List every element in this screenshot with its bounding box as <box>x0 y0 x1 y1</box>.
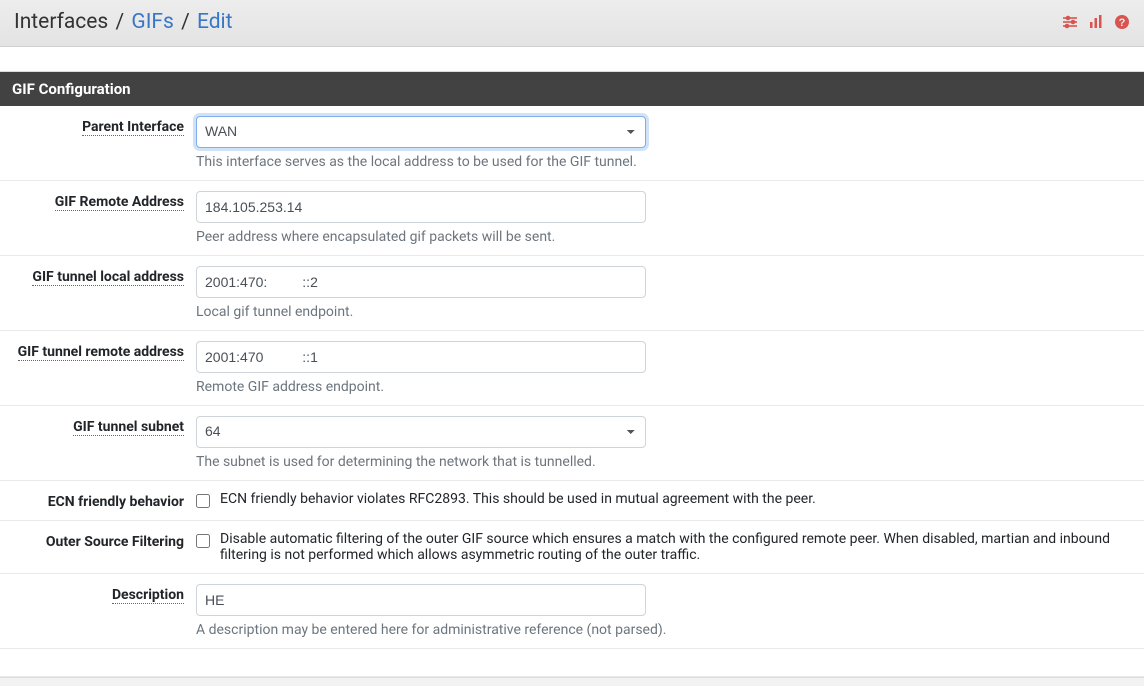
description-input[interactable] <box>196 584 646 616</box>
breadcrumb: Interfaces / GIFs / Edit <box>14 10 233 34</box>
row-outer-source-filtering: Outer Source Filtering Disable automatic… <box>0 521 1144 574</box>
label-gif-remote-address: GIF Remote Address <box>55 194 184 211</box>
sliders-icon[interactable] <box>1062 14 1078 30</box>
bottom-spacer <box>0 678 1144 686</box>
gif-tunnel-subnet-select[interactable]: 64 <box>196 416 646 448</box>
help-description: A description may be entered here for ad… <box>196 622 1132 638</box>
label-gif-tunnel-local: GIF tunnel local address <box>32 269 184 286</box>
label-outer-source-filtering: Outer Source Filtering <box>46 534 184 550</box>
label-ecn: ECN friendly behavior <box>48 494 184 510</box>
help-gif-tunnel-subnet: The subnet is used for determining the n… <box>196 454 1132 470</box>
panel-title: GIF Configuration <box>0 72 1144 106</box>
label-description: Description <box>112 587 184 604</box>
ecn-checkbox-label: ECN friendly behavior violates RFC2893. … <box>220 491 1132 507</box>
parent-interface-select[interactable]: WAN <box>196 116 646 148</box>
gif-config-panel: GIF Configuration Parent Interface WAN T… <box>0 71 1144 678</box>
row-gif-tunnel-local: GIF tunnel local address Local gif tunne… <box>0 256 1144 331</box>
breadcrumb-link-edit[interactable]: Edit <box>197 10 233 34</box>
svg-text:?: ? <box>1119 17 1126 29</box>
outer-source-checkbox[interactable] <box>196 534 210 548</box>
header-icons: ? <box>1062 14 1130 30</box>
row-description: Description A description may be entered… <box>0 574 1144 649</box>
help-gif-tunnel-local: Local gif tunnel endpoint. <box>196 304 1132 320</box>
ecn-checkbox[interactable] <box>196 494 210 508</box>
label-parent-interface: Parent Interface <box>82 119 184 136</box>
help-gif-tunnel-remote: Remote GIF address endpoint. <box>196 379 1132 395</box>
gif-tunnel-local-input[interactable] <box>196 266 646 298</box>
row-gif-tunnel-remote: GIF tunnel remote address Remote GIF add… <box>0 331 1144 406</box>
empty-spacer-row <box>0 649 1144 677</box>
help-icon[interactable]: ? <box>1114 14 1130 30</box>
breadcrumb-root: Interfaces <box>14 10 108 34</box>
row-parent-interface: Parent Interface WAN This interface serv… <box>0 106 1144 181</box>
row-gif-tunnel-subnet: GIF tunnel subnet 64 The subnet is used … <box>0 406 1144 481</box>
label-gif-tunnel-subnet: GIF tunnel subnet <box>73 419 184 436</box>
help-parent-interface: This interface serves as the local addre… <box>196 154 1132 170</box>
row-gif-remote-address: GIF Remote Address Peer address where en… <box>0 181 1144 256</box>
help-gif-remote-address: Peer address where encapsulated gif pack… <box>196 229 1132 245</box>
breadcrumb-bar: Interfaces / GIFs / Edit ? <box>0 0 1144 47</box>
gif-tunnel-remote-input[interactable] <box>196 341 646 373</box>
bar-chart-icon[interactable] <box>1088 14 1104 30</box>
outer-source-checkbox-label: Disable automatic filtering of the outer… <box>220 531 1132 563</box>
breadcrumb-link-gifs[interactable]: GIFs <box>131 10 173 34</box>
row-ecn: ECN friendly behavior ECN friendly behav… <box>0 481 1144 521</box>
gif-remote-address-input[interactable] <box>196 191 646 223</box>
label-gif-tunnel-remote: GIF tunnel remote address <box>18 344 184 361</box>
